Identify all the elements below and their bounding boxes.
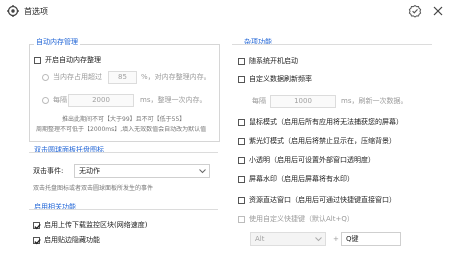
hotkey-modifier-select[interactable]: Alt bbox=[250, 232, 326, 246]
auto-clean-note-2: 周期整理不可低于【2000ms】,填入无效数值会自动改为默认值 bbox=[36, 126, 207, 133]
double-click-event-select[interactable]: 无动作 bbox=[74, 164, 210, 178]
settings-app-icon bbox=[7, 5, 19, 17]
network-monitor-checkbox[interactable] bbox=[33, 222, 41, 230]
dropdown-arrow-icon bbox=[315, 237, 322, 242]
threshold-input[interactable]: 85 bbox=[108, 71, 137, 84]
check-icon bbox=[34, 223, 41, 230]
dropdown-arrow-icon bbox=[199, 169, 206, 174]
screen-watermark-label: 屏幕水印（启用后屏幕将有水印） bbox=[249, 175, 354, 183]
interval-suffix: ms，整理一次内存。 bbox=[140, 96, 207, 104]
startup-group-title: 启用相关功能 bbox=[32, 203, 78, 212]
custom-hotkey-checkbox[interactable] bbox=[238, 216, 245, 223]
network-monitor-label: 启用上传下载监控区块(网络速度) bbox=[44, 221, 148, 229]
auto-clean-group-title: 自动内存管理 bbox=[34, 38, 80, 47]
hotkey-restore-label: 资源直达窗口（启用后可通过快捷键直接窗口） bbox=[249, 196, 396, 204]
double-click-event-value: 无动作 bbox=[79, 167, 100, 175]
hotkey-plus: + bbox=[333, 235, 339, 243]
hotkey-modifier-value: Alt bbox=[255, 235, 265, 243]
double-click-event-label: 双击事件: bbox=[33, 167, 64, 175]
edge-hide-checkbox[interactable] bbox=[33, 237, 41, 245]
auto-clean-note-1: 推出此期间不可【大于99】且不可【低于55】 bbox=[62, 116, 186, 123]
startup-divider bbox=[29, 209, 218, 210]
refresh-interval-input[interactable]: 1000 bbox=[270, 95, 336, 108]
refresh-prefix: 每隔 bbox=[252, 97, 266, 105]
check-icon bbox=[34, 238, 41, 245]
corner-mode-checkbox[interactable] bbox=[238, 138, 245, 145]
autostart-checkbox[interactable] bbox=[238, 58, 245, 65]
double-click-divider bbox=[29, 152, 218, 153]
custom-refresh-checkbox[interactable] bbox=[238, 76, 245, 83]
threshold-prefix: 当内存占用超过 bbox=[53, 73, 102, 81]
interval-radio[interactable] bbox=[42, 97, 49, 104]
small-window-label: 小透明（启用后可设置外部窗口透明度） bbox=[249, 156, 375, 164]
autostart-label: 随系统开机启动 bbox=[249, 57, 298, 65]
refresh-suffix: ms，刷新一次数据。 bbox=[341, 97, 408, 105]
verify-icon[interactable] bbox=[408, 4, 422, 18]
hotkey-key-input[interactable]: Q键 bbox=[341, 232, 401, 246]
passthrough-label: 鼠标模式（启用后所有应用将无法捕获您的屏幕） bbox=[249, 118, 403, 126]
enable-auto-clean-checkbox[interactable] bbox=[34, 57, 41, 64]
close-icon[interactable] bbox=[431, 4, 445, 18]
double-click-group-title: 双击圆球面板托盘图标 bbox=[32, 146, 106, 155]
interval-input[interactable]: 2000 bbox=[68, 94, 134, 107]
threshold-suffix: %，对内存整理内存。 bbox=[141, 73, 211, 81]
passthrough-checkbox[interactable] bbox=[238, 119, 245, 126]
window-title: 首选项 bbox=[24, 7, 48, 16]
custom-hotkey-label: 使用自定义快捷键（默认Alt+Q） bbox=[249, 215, 354, 223]
threshold-radio[interactable] bbox=[42, 74, 49, 81]
misc-divider bbox=[232, 44, 432, 45]
title-bar: 首选项 bbox=[0, 0, 450, 22]
misc-group-title: 杂项功能 bbox=[242, 38, 274, 47]
small-window-checkbox[interactable] bbox=[238, 157, 245, 164]
enable-auto-clean-label: 开启自动内存整理 bbox=[45, 56, 101, 64]
corner-mode-label: 紫光灯模式（启用后将禁止显示在，压缩背景） bbox=[249, 137, 396, 145]
hotkey-restore-checkbox[interactable] bbox=[238, 197, 245, 204]
edge-hide-label: 启用贴边隐藏功能 bbox=[44, 236, 100, 244]
interval-prefix: 每隔 bbox=[53, 96, 67, 104]
screen-watermark-checkbox[interactable] bbox=[238, 176, 245, 183]
double-click-note: 双击托盘图标或者双击圆球面板所发生的事件 bbox=[33, 185, 154, 192]
custom-refresh-label: 自定义数据刷新频率 bbox=[249, 75, 312, 83]
